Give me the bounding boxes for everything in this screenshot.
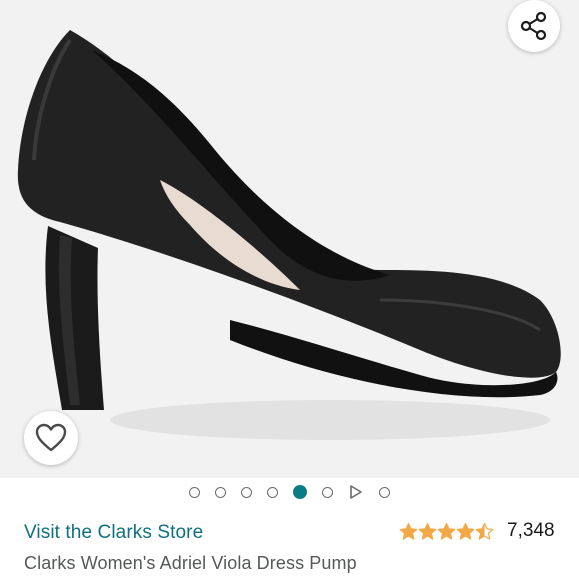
star-icon	[437, 522, 456, 540]
carousel-dot[interactable]	[241, 486, 252, 498]
share-icon	[520, 11, 547, 41]
carousel-track	[189, 484, 390, 500]
share-button[interactable]	[508, 0, 560, 52]
rating-count: 7,348	[507, 520, 555, 541]
star-icon	[475, 522, 494, 540]
star-icon	[456, 522, 475, 540]
carousel-dot[interactable]	[322, 486, 333, 498]
visit-store-link[interactable]: Visit the Clarks Store	[24, 522, 203, 544]
star-icon	[418, 522, 437, 540]
carousel-dot[interactable]	[379, 486, 390, 498]
play-icon[interactable]	[348, 484, 364, 500]
heart-outline-icon	[35, 423, 67, 452]
product-image-area[interactable]	[0, 0, 579, 478]
star-icon	[399, 522, 418, 540]
carousel-dot[interactable]	[267, 486, 278, 498]
carousel-dot[interactable]	[189, 486, 200, 498]
product-title: Clarks Women's Adriel Viola Dress Pump	[24, 553, 357, 573]
product-image[interactable]	[0, 0, 579, 478]
carousel-dot[interactable]	[293, 485, 307, 499]
rating-widget[interactable]: 7,348	[399, 520, 555, 542]
wishlist-button[interactable]	[24, 411, 78, 465]
star-rating	[399, 522, 494, 541]
image-carousel-indicator[interactable]	[0, 483, 579, 501]
carousel-dot[interactable]	[215, 486, 226, 498]
